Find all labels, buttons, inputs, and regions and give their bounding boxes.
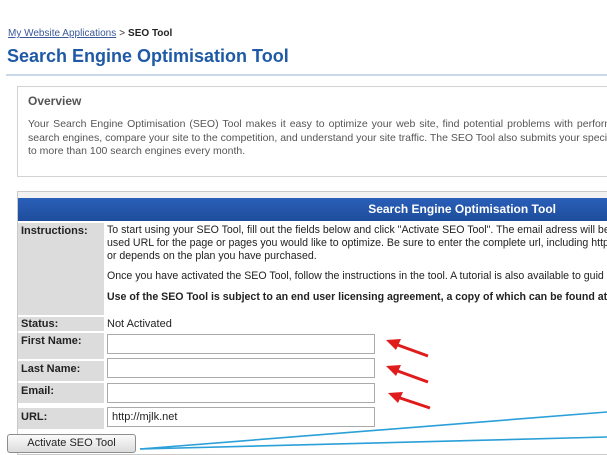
overview-panel: Overview Your Search Engine Optimisation…: [17, 86, 607, 177]
breadcrumb: My Website Applications > SEO Tool: [8, 28, 172, 39]
seo-tool-form: Search Engine Optimisation Tool Instruct…: [17, 191, 607, 455]
overview-text: Your Search Engine Optimisation (SEO) To…: [28, 118, 607, 158]
url-input[interactable]: [107, 407, 375, 427]
instructions-text: To start using your SEO Tool, fill out t…: [107, 224, 607, 312]
first-name-input[interactable]: [107, 334, 375, 354]
status-label: Status:: [18, 317, 104, 331]
email-input[interactable]: [107, 383, 375, 403]
breadcrumb-link-applications[interactable]: My Website Applications: [8, 28, 116, 39]
first-name-label: First Name:: [18, 333, 104, 359]
status-value: Not Activated: [107, 318, 172, 330]
seo-tool-page: My Website Applications > SEO Tool Search …: [0, 0, 607, 455]
last-name-label: Last Name:: [18, 361, 104, 381]
title-divider: [6, 74, 607, 76]
license-text: Use of the SEO Tool is subject to an end…: [107, 291, 607, 304]
url-label: URL:: [18, 408, 104, 429]
instructions-label: Instructions:: [18, 223, 104, 315]
instructions-paragraph-2: Once you have activated the SEO Tool, fo…: [107, 270, 604, 283]
page-title: Search Engine Optimisation Tool: [7, 46, 289, 66]
breadcrumb-separator: >: [119, 28, 126, 39]
instructions-paragraph-1: To start using your SEO Tool, fill out t…: [107, 224, 607, 262]
breadcrumb-current: SEO Tool: [128, 28, 173, 39]
activate-seo-tool-button[interactable]: Activate SEO Tool: [7, 434, 136, 453]
instructions-paragraph-3: Use of the SEO Tool is subject to an end…: [107, 291, 607, 304]
last-name-input[interactable]: [107, 358, 375, 378]
email-label: Email:: [18, 383, 104, 403]
tool-header: Search Engine Optimisation Tool: [18, 198, 607, 221]
overview-heading: Overview: [28, 94, 82, 108]
